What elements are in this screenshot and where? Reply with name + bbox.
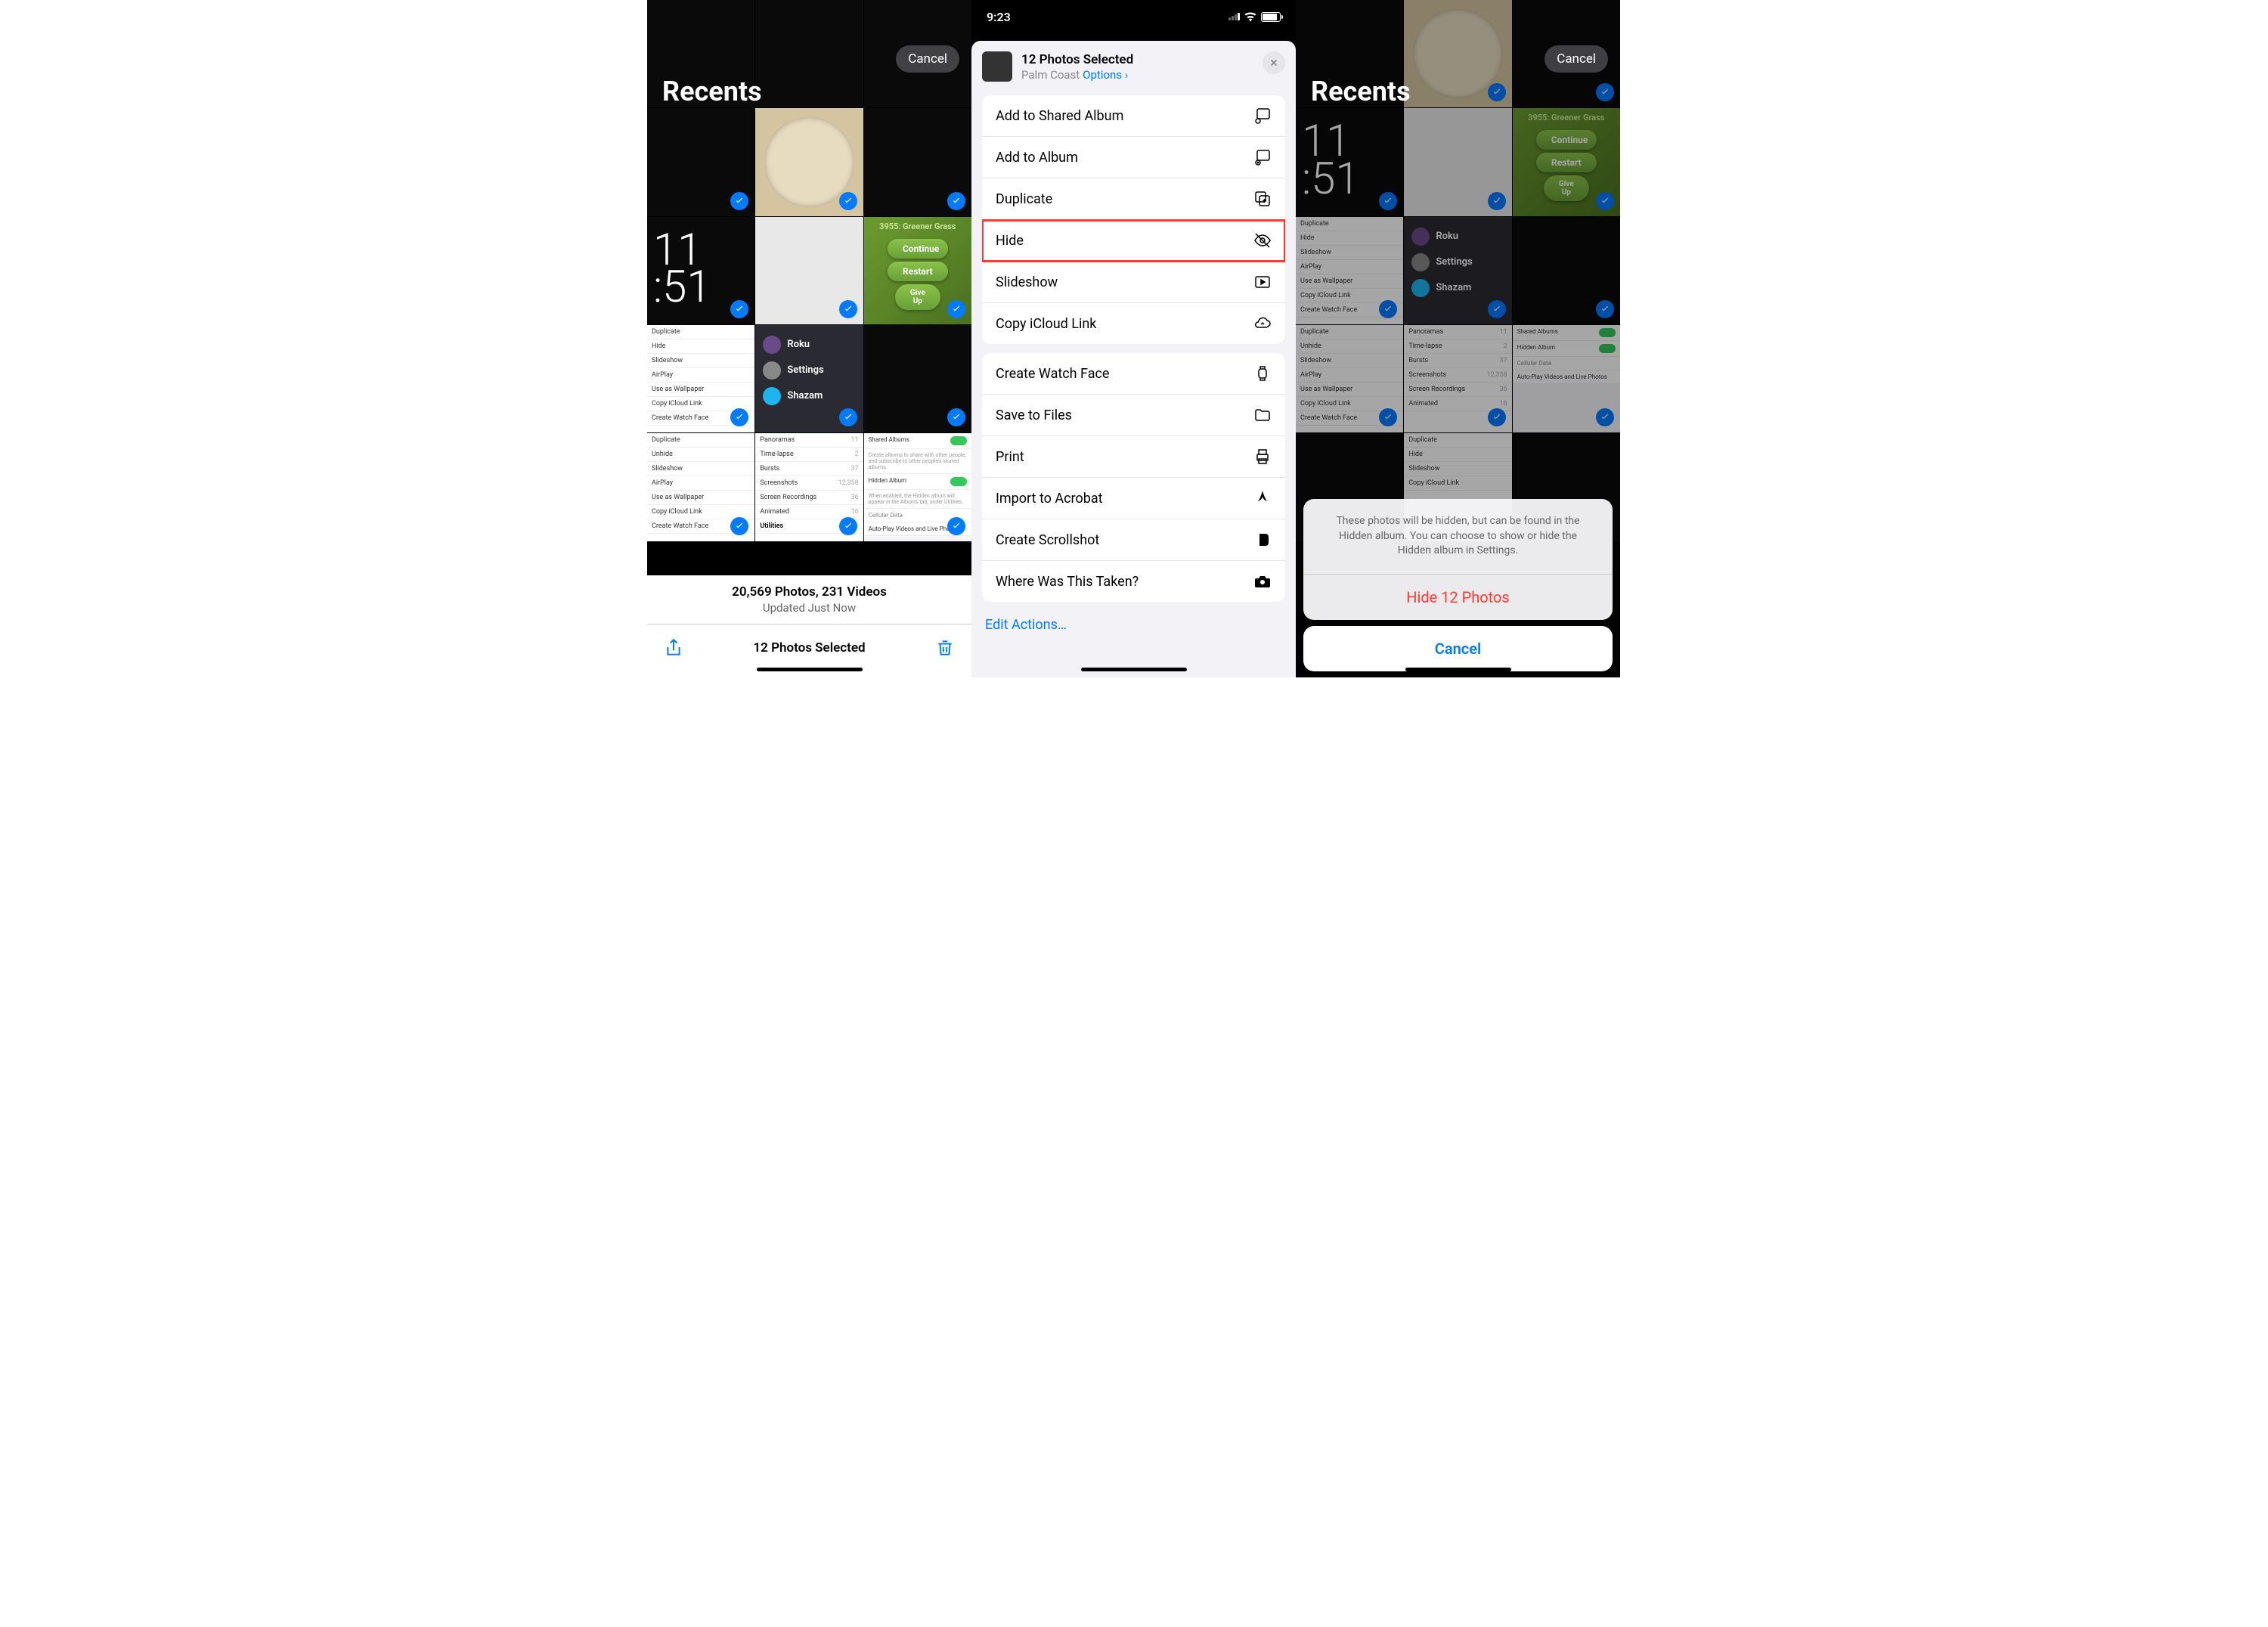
hide-icon — [1253, 231, 1272, 249]
updated-label: Updated Just Now — [647, 601, 971, 615]
share-icon[interactable] — [664, 638, 683, 658]
duplicate-icon — [1253, 190, 1272, 208]
save-to-files[interactable]: Save to Files — [982, 395, 1285, 436]
photo-thumbnail[interactable] — [864, 325, 971, 432]
page-title: Recents — [662, 76, 762, 107]
import-acrobat[interactable]: Import to Acrobat — [982, 478, 1285, 519]
photo-thumbnail[interactable] — [864, 108, 971, 215]
confirm-sheet: These photos will be hidden, but can be … — [1303, 499, 1613, 671]
photo-thumbnail[interactable]: Duplicate Hide Slideshow AirPlay Use as … — [647, 325, 754, 432]
selection-count: 12 Photos Selected — [753, 640, 865, 655]
signal-icon — [1228, 13, 1240, 20]
photo-thumbnail[interactable] — [647, 108, 754, 215]
status-time: 9:23 — [987, 10, 1011, 24]
create-watch-face[interactable]: Create Watch Face — [982, 353, 1285, 395]
album-icon — [1253, 148, 1272, 166]
selected-check-icon — [947, 300, 965, 318]
phone-share-sheet: 9:23 12 Photos Selected Palm Coast Optio… — [971, 0, 1296, 677]
create-scrollshot[interactable]: Create Scrollshot — [982, 519, 1285, 561]
photo-thumbnail[interactable]: 11:51 — [647, 217, 754, 324]
print[interactable]: Print — [982, 436, 1285, 478]
photo-count: 20,569 Photos, 231 Videos — [647, 584, 971, 600]
selected-check-icon — [839, 517, 857, 535]
slideshow[interactable]: Slideshow — [982, 262, 1285, 303]
hide[interactable]: Hide — [982, 220, 1285, 262]
home-indicator[interactable] — [1405, 668, 1511, 671]
photo-thumbnail[interactable]: Shared Albums Create albums to share wit… — [864, 433, 971, 541]
phone-hide-confirm: 9:24 Recents Cancel 11:51 3955: Greener … — [1296, 0, 1620, 677]
add-to-album[interactable]: Add to Album — [982, 137, 1285, 178]
selection-thumbnail — [982, 51, 1012, 82]
folder-icon — [1253, 406, 1272, 424]
cancel-alert-button[interactable]: Cancel — [1303, 626, 1613, 671]
copy-icloud-link[interactable]: Copy iCloud Link — [982, 303, 1285, 344]
photo-thumbnail[interactable]: Duplicate Unhide Slideshow AirPlay Use a… — [647, 433, 754, 541]
acrobat-icon — [1253, 489, 1272, 507]
photo-thumbnail[interactable]: Panoramas11 Time-lapse2 Bursts37 Screens… — [755, 433, 863, 541]
share-sheet: 12 Photos Selected Palm Coast Options › … — [971, 41, 1296, 677]
shared-album-icon — [1253, 107, 1272, 125]
options-link[interactable]: Options › — [1083, 68, 1128, 82]
footer: 20,569 Photos, 231 Videos Updated Just N… — [647, 575, 971, 677]
selected-check-icon — [947, 192, 965, 210]
home-indicator[interactable] — [1081, 668, 1187, 671]
selected-check-icon — [730, 300, 748, 318]
wifi-icon — [1244, 12, 1257, 22]
battery-icon — [1261, 12, 1281, 22]
photo-thumbnail[interactable] — [755, 108, 863, 215]
selected-check-icon — [730, 517, 748, 535]
print-icon — [1253, 448, 1272, 466]
alert-message: These photos will be hidden, but can be … — [1303, 499, 1613, 575]
scrollshot-icon — [1253, 531, 1272, 549]
action-group-2: Create Watch Face Save to Files Print Im… — [982, 353, 1285, 602]
home-indicator[interactable] — [757, 668, 863, 671]
edit-actions-link[interactable]: Edit Actions… — [982, 611, 1285, 639]
duplicate[interactable]: Duplicate — [982, 178, 1285, 220]
status-bar: 9:23 — [971, 0, 1296, 33]
camera-icon — [1253, 572, 1272, 590]
sheet-title: 12 Photos Selected — [1021, 52, 1133, 67]
play-icon — [1253, 273, 1272, 291]
cancel-button[interactable]: Cancel — [1545, 45, 1608, 73]
page-title: Recents — [1311, 76, 1411, 107]
trash-icon[interactable] — [935, 638, 955, 658]
photo-thumbnail[interactable]: Roku Settings Shazam — [755, 325, 863, 432]
photo-thumbnail[interactable] — [755, 0, 863, 107]
cloud-icon — [1253, 315, 1272, 333]
sheet-subtitle: Palm Coast — [1021, 68, 1080, 82]
selected-check-icon — [947, 517, 965, 535]
photo-thumbnail[interactable] — [755, 217, 863, 324]
close-icon — [1269, 57, 1279, 68]
selected-check-icon — [839, 300, 857, 318]
selected-check-icon — [730, 192, 748, 210]
where-taken[interactable]: Where Was This Taken? — [982, 561, 1285, 602]
action-group-1: Add to Shared Album Add to Album Duplica… — [982, 95, 1285, 344]
cancel-button[interactable]: Cancel — [896, 45, 959, 73]
selected-check-icon — [839, 408, 857, 426]
selected-check-icon — [839, 192, 857, 210]
selected-check-icon — [947, 408, 965, 426]
add-to-shared-album[interactable]: Add to Shared Album — [982, 95, 1285, 137]
close-button[interactable] — [1263, 51, 1285, 74]
phone-recents-grid: 9:23 Recents Cancel 11:51 3955: Greener … — [647, 0, 971, 677]
hide-photos-button[interactable]: Hide 12 Photos — [1303, 575, 1613, 620]
photo-thumbnail[interactable]: 3955: Greener Grass Continue Restart Giv… — [864, 217, 971, 324]
watch-icon — [1253, 364, 1272, 383]
